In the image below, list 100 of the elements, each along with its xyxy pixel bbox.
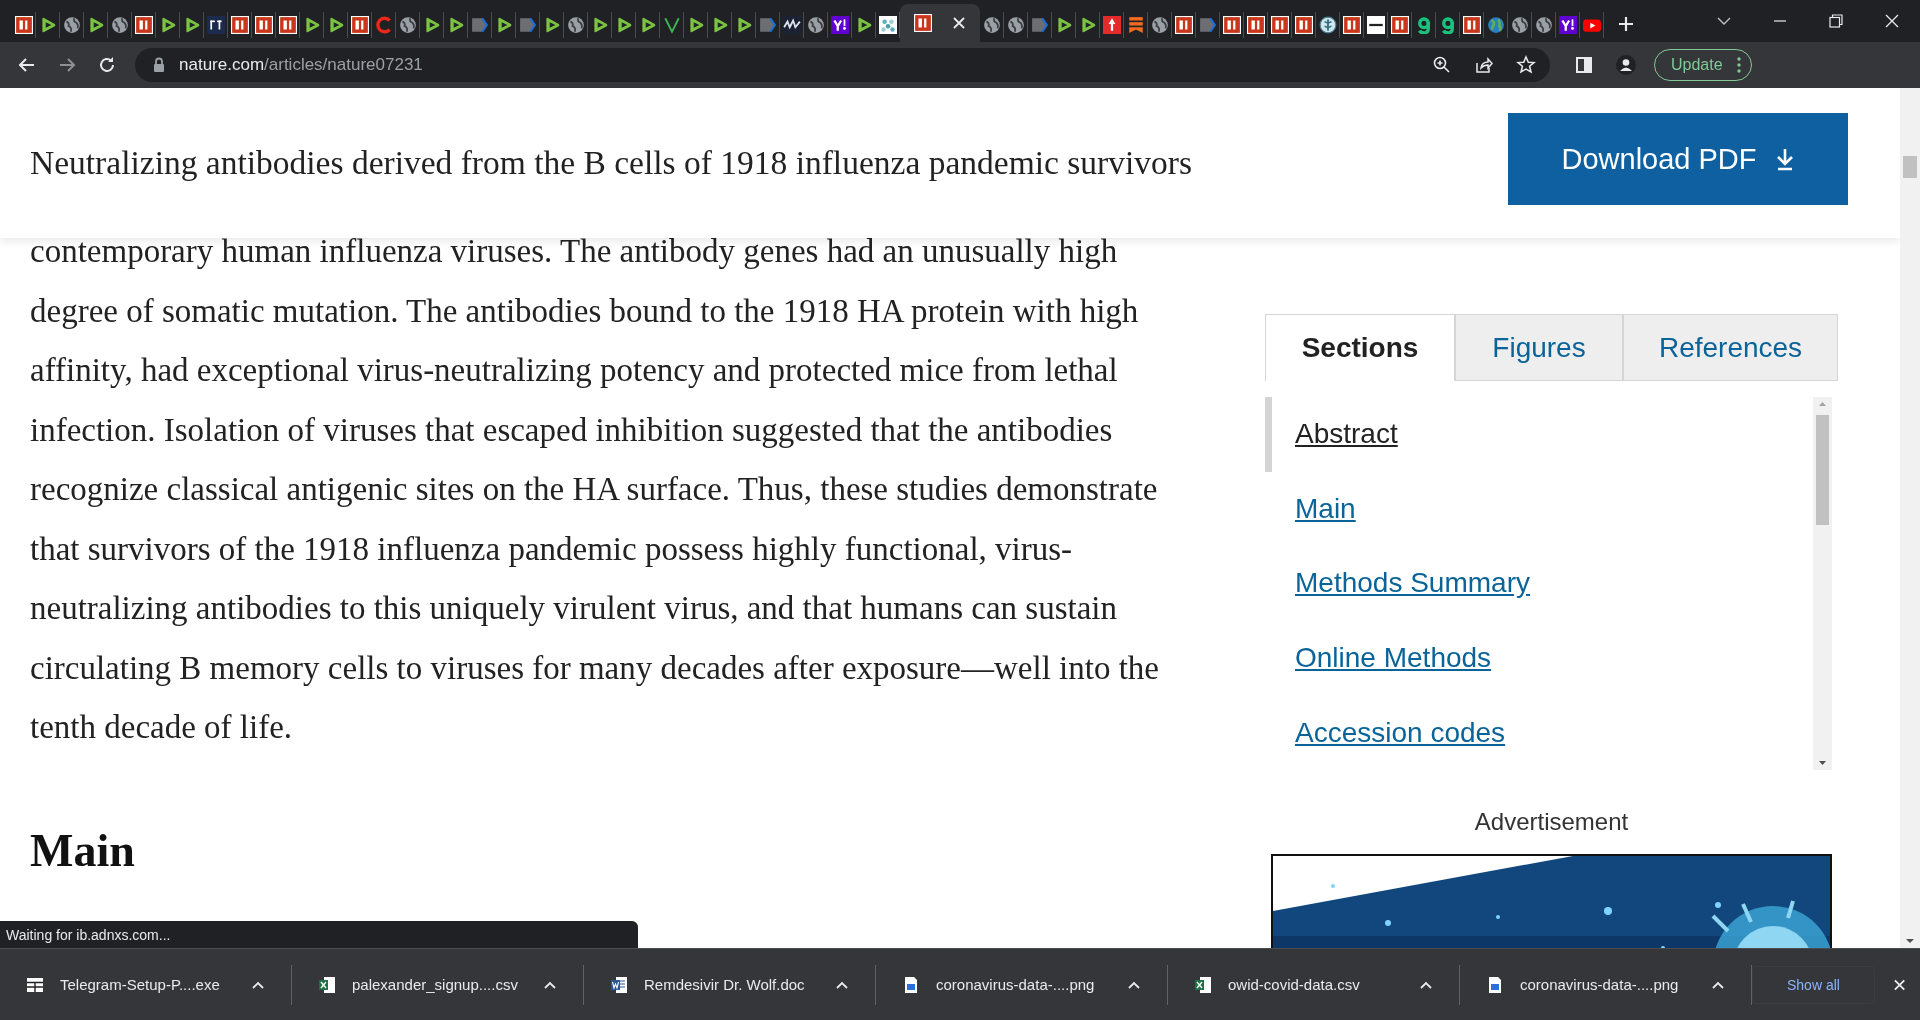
download-item[interactable]: Telegram-Setup-P....exe: [0, 964, 292, 1005]
logo-icon: [134, 16, 153, 34]
chevron-icon: [518, 16, 537, 34]
new-tab-icon[interactable]: [1618, 16, 1634, 32]
video-logo-icon: [1582, 16, 1601, 34]
profile-icon[interactable]: [1616, 55, 1636, 75]
file-name: palexander_signup....csv: [352, 976, 518, 993]
globe-icon: [806, 16, 825, 34]
download-item[interactable]: coronavirus-data-....png: [876, 964, 1168, 1005]
panel-tab[interactable]: Sections: [1265, 314, 1455, 381]
chevron-icon: [1198, 16, 1217, 34]
file-name: coronavirus-data-....png: [1520, 976, 1679, 993]
logo-icon: [1558, 16, 1577, 34]
logo-icon: [254, 16, 273, 34]
browser-tab[interactable]: [900, 4, 980, 42]
file-name: Remdesivir Dr. Wolf.doc: [644, 976, 805, 993]
reload-icon[interactable]: [97, 55, 117, 75]
globe-icon: [1534, 16, 1553, 34]
logo-icon: [914, 14, 932, 32]
logo-icon: [1102, 16, 1121, 34]
more-icon[interactable]: [1736, 57, 1741, 73]
restore-icon[interactable]: [1828, 13, 1844, 29]
caret-up-icon[interactable]: [1127, 979, 1141, 990]
section-link[interactable]: Online Methods: [1265, 620, 1492, 696]
logo-icon: [1342, 16, 1361, 34]
app-icon: [26, 975, 44, 994]
caret-up-icon[interactable]: [1419, 979, 1433, 990]
section-link[interactable]: Abstract: [1265, 397, 1398, 472]
spreadsheet-icon: [318, 975, 336, 994]
logo-icon: [1366, 16, 1385, 34]
logo-icon: [14, 16, 33, 34]
download-item[interactable]: Remdesivir Dr. Wolf.doc: [584, 964, 876, 1005]
globe-icon: [398, 16, 417, 34]
panel-tab[interactable]: References: [1623, 314, 1838, 381]
logo-icon: [230, 16, 249, 34]
spreadsheet-icon: [1194, 975, 1212, 994]
download-icon[interactable]: [1774, 147, 1795, 171]
logo-icon: [1318, 16, 1337, 34]
logo-icon: [1462, 16, 1481, 34]
section-link[interactable]: Accession codes: [1265, 695, 1506, 770]
logo-icon: [1222, 16, 1241, 34]
section-link[interactable]: Methods Summary: [1265, 546, 1530, 621]
globe-icon: [1006, 16, 1025, 34]
download-pdf-button[interactable]: Download PDF: [1508, 113, 1848, 205]
logo-icon: [830, 16, 849, 34]
download-item[interactable]: palexander_signup....csv: [292, 964, 584, 1005]
logo-icon: [1246, 16, 1265, 34]
logo-icon: [878, 16, 897, 34]
logo-icon: [278, 16, 297, 34]
scrollbar-thumb[interactable]: [1816, 415, 1829, 525]
abstract-paragraph: contemporary human influenza viruses. The antibody genes had an unusually high degree of somatic mutation. The antibodies bound to the 1918 HA protein with high affinity, had exceptional virus-neutralizing potency and protected mice from lethal infection. Isolation of viruses that escaped inhibition suggested that the antibodies recognize classical antigenic sites on the HA surface. Thus, these studies demonstrate that survivors of the 1918 influenza pandemic possess highly functional, virus-neutralizing antibodies to this uniquely virulent virus, and that humans can sustain circulating B memory cells to viruses for many decades after exposure—well into the tenth decade of life.: [30, 232, 1160, 747]
globe-icon: [566, 16, 585, 34]
download-item[interactable]: coronavirus-data-....png: [1460, 964, 1752, 1005]
vee-icon: [662, 16, 681, 34]
file-name: Telegram-Setup-P....exe: [60, 976, 220, 993]
globe-icon: [62, 16, 81, 34]
image-file-icon: [902, 975, 920, 994]
star-icon[interactable]: [1516, 55, 1536, 75]
logo-icon: [350, 16, 369, 34]
section-link[interactable]: Main: [1265, 471, 1356, 547]
globe-icon: [982, 16, 1001, 34]
bars-icon: [1126, 16, 1145, 34]
logo-icon: [206, 16, 225, 34]
scrollbar-thumb[interactable]: [1903, 156, 1917, 178]
article-title: Neutralizing antibodies derived from the B cells of 1918 influenza pandemic survivors: [30, 144, 1192, 182]
chevron-icon: [1030, 16, 1049, 34]
side-panel-icon[interactable]: [1574, 55, 1594, 75]
logo-icon: [782, 16, 801, 34]
image-file-icon: [1486, 975, 1504, 994]
caret-up-icon[interactable]: [251, 979, 265, 990]
document-icon: [610, 975, 628, 994]
globe-icon: [1150, 16, 1169, 34]
logo-icon: [1294, 16, 1313, 34]
close-icon[interactable]: [1884, 13, 1900, 29]
caret-up-icon[interactable]: [543, 979, 557, 990]
section-heading: Main: [30, 827, 136, 874]
status-bubble: Waiting for ib.adnxs.com...: [0, 921, 638, 948]
globe-icon: [1486, 16, 1505, 34]
globe-icon: [1510, 16, 1529, 34]
close-icon[interactable]: [952, 16, 966, 30]
page-scrollbar[interactable]: [1900, 88, 1920, 948]
caret-up-icon[interactable]: [835, 979, 849, 990]
panel-tab[interactable]: Figures: [1455, 314, 1623, 381]
download-item[interactable]: owid-covid-data.csv: [1168, 964, 1460, 1005]
logo-icon: [1270, 16, 1289, 34]
close-icon[interactable]: [1892, 977, 1906, 992]
show-all-button[interactable]: Show all: [1752, 965, 1875, 1004]
chevron-icon: [470, 16, 489, 34]
globe-icon: [110, 16, 129, 34]
ring-icon: [374, 16, 393, 34]
logo-icon: [1174, 16, 1193, 34]
chevron-icon: [758, 16, 777, 34]
file-name: coronavirus-data-....png: [936, 976, 1095, 993]
zoom-icon[interactable]: [1432, 55, 1452, 75]
url-text[interactable]: nature.com/articles/nature07231: [179, 55, 423, 75]
logo-icon: [1390, 16, 1409, 34]
share-icon[interactable]: [1474, 55, 1494, 75]
scrollbar[interactable]: [1813, 397, 1832, 770]
file-name: owid-covid-data.csv: [1228, 976, 1360, 993]
caret-up-icon[interactable]: [1711, 979, 1725, 990]
